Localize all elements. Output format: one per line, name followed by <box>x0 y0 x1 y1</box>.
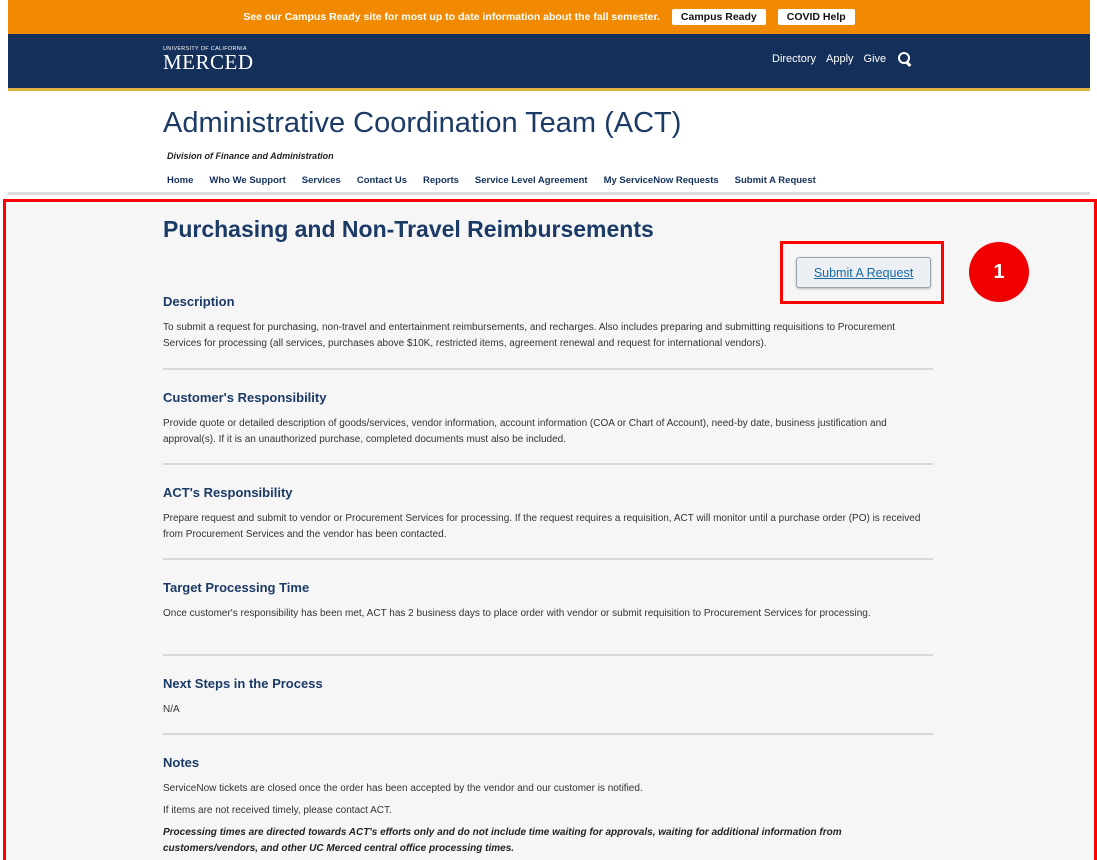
site-header: Administrative Coordination Team (ACT) D… <box>8 91 1090 195</box>
site-title[interactable]: Administrative Coordination Team (ACT) <box>163 107 681 140</box>
section-text: To submit a request for purchasing, non-… <box>163 322 896 349</box>
section-heading: Target Processing Time <box>163 580 310 595</box>
section-notes: Notes ServiceNow tickets are closed once… <box>163 755 933 857</box>
section-divider <box>163 654 933 656</box>
nav-home[interactable]: Home <box>167 175 193 186</box>
logo-big-text: MERCED <box>163 50 254 74</box>
campus-ready-button[interactable]: Campus Ready <box>671 9 766 25</box>
section-heading: ACT's Responsibility <box>163 485 293 500</box>
section-divider <box>163 558 933 560</box>
section-heading: Customer's Responsibility <box>163 390 327 405</box>
section-text: If items are not received timely, please… <box>163 805 392 816</box>
section-divider <box>163 733 933 735</box>
nav-who-we-support[interactable]: Who We Support <box>209 175 285 186</box>
site-subtitle: Division of Finance and Administration <box>167 151 334 161</box>
covid-help-button[interactable]: COVID Help <box>777 9 855 25</box>
alert-banner: See our Campus Ready site for most up to… <box>8 0 1090 34</box>
section-act-responsibility: ACT's Responsibility Prepare request and… <box>163 485 933 543</box>
nav-service-level-agreement[interactable]: Service Level Agreement <box>475 175 588 186</box>
alert-text: See our Campus Ready site for most up to… <box>243 11 660 23</box>
section-divider <box>163 463 933 465</box>
section-heading: Notes <box>163 755 200 770</box>
step-number-badge: 1 <box>969 242 1029 302</box>
directory-link[interactable]: Directory <box>772 53 816 65</box>
section-heading: Next Steps in the Process <box>163 676 323 691</box>
global-links: Directory Apply Give <box>772 52 912 66</box>
global-header: UNIVERSITY OF CALIFORNIA MERCED Director… <box>8 34 1090 88</box>
nav-services[interactable]: Services <box>302 175 341 186</box>
section-text: Once customer's responsibility has been … <box>163 608 871 619</box>
give-link[interactable]: Give <box>864 53 887 65</box>
uc-merced-logo[interactable]: UNIVERSITY OF CALIFORNIA MERCED <box>163 46 254 74</box>
site-nav: Home Who We Support Services Contact Us … <box>167 175 816 186</box>
submit-request-button[interactable]: Submit A Request <box>796 257 931 288</box>
page-title: Purchasing and Non-Travel Reimbursements <box>163 216 654 242</box>
section-text: ServiceNow tickets are closed once the o… <box>163 783 643 794</box>
search-icon[interactable] <box>898 52 912 66</box>
section-text: Provide quote or detailed description of… <box>163 418 887 445</box>
nav-submit-a-request[interactable]: Submit A Request <box>735 175 816 186</box>
section-description: Description To submit a request for purc… <box>163 294 933 352</box>
section-divider <box>163 368 933 370</box>
section-text: Prepare request and submit to vendor or … <box>163 513 921 540</box>
nav-reports[interactable]: Reports <box>423 175 459 186</box>
nav-my-servicenow-requests[interactable]: My ServiceNow Requests <box>604 175 719 186</box>
section-text: Processing times are directed towards AC… <box>163 827 842 854</box>
section-customer-responsibility: Customer's Responsibility Provide quote … <box>163 390 933 448</box>
apply-link[interactable]: Apply <box>826 53 854 65</box>
section-target-processing-time: Target Processing Time Once customer's r… <box>163 580 933 622</box>
section-next-steps: Next Steps in the Process N/A <box>163 676 933 718</box>
section-text: N/A <box>163 704 180 715</box>
section-heading: Description <box>163 294 235 309</box>
nav-contact-us[interactable]: Contact Us <box>357 175 407 186</box>
